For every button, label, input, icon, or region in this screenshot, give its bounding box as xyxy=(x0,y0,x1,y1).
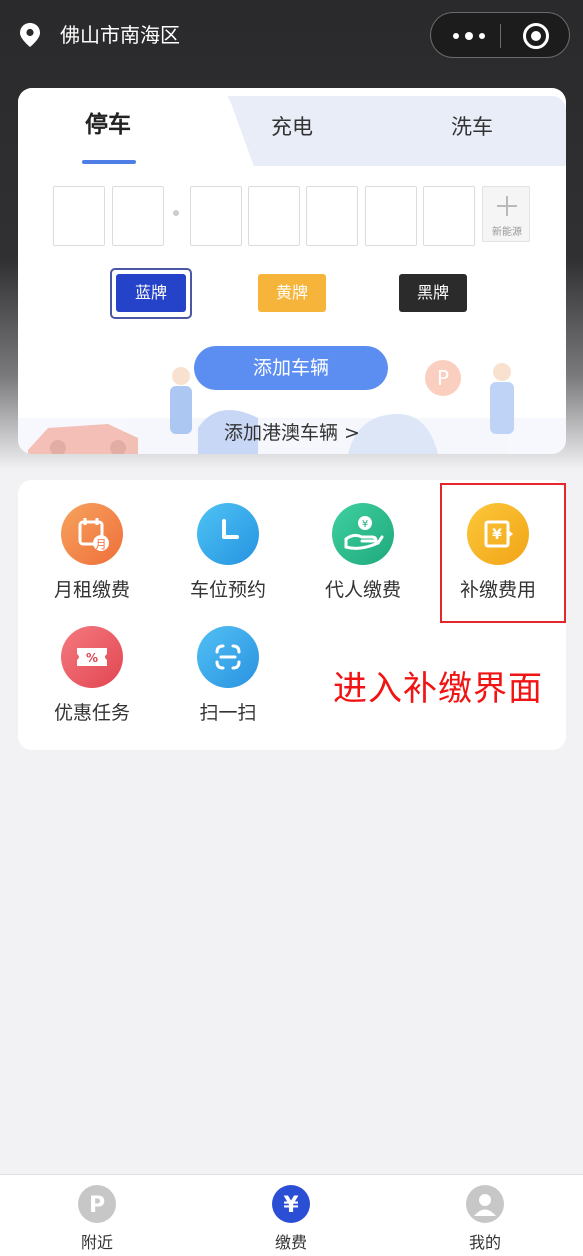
plate-char-5[interactable] xyxy=(306,186,358,246)
active-tab-indicator xyxy=(82,160,136,164)
bottom-nav: P 附近 ¥ 缴费 我的 xyxy=(0,1174,583,1256)
svg-text:P: P xyxy=(437,366,449,390)
parking-icon: P xyxy=(78,1185,116,1223)
svg-text:%: % xyxy=(86,651,98,665)
service-label: 代人缴费 xyxy=(324,579,401,601)
calendar-month-icon: 月 xyxy=(61,503,123,565)
service-monthly-rent[interactable]: 月 月租缴费 xyxy=(22,503,162,603)
service-pay-for-others[interactable]: ¥ 代人缴费 xyxy=(293,503,433,603)
tab-charging[interactable]: 充电 xyxy=(242,112,342,142)
current-city[interactable]: 佛山市南海区 xyxy=(60,20,180,50)
new-energy-label: 新能源 xyxy=(492,227,522,238)
nav-label: 附近 xyxy=(80,1233,113,1252)
scan-icon xyxy=(197,626,259,688)
nav-nearby[interactable]: P 附近 xyxy=(47,1185,147,1253)
service-discount-tasks[interactable]: % 优惠任务 xyxy=(22,626,162,726)
plate-char-3[interactable] xyxy=(190,186,242,246)
svg-text:P: P xyxy=(89,1193,105,1218)
clock-icon xyxy=(197,503,259,565)
tab-car-wash[interactable]: 洗车 xyxy=(422,112,522,142)
mini-program-capsule xyxy=(430,12,570,58)
map-pin-icon[interactable] xyxy=(18,22,42,48)
plate-char-7[interactable] xyxy=(423,186,475,246)
annotation-text: 进入补缴界面 xyxy=(333,669,543,709)
plate-char-4[interactable] xyxy=(248,186,300,246)
plate-char-6[interactable] xyxy=(365,186,417,246)
service-label: 优惠任务 xyxy=(53,702,130,724)
plate-char-2[interactable] xyxy=(112,186,164,246)
yellow-plate-button[interactable]: 黄牌 xyxy=(258,274,326,312)
add-hk-macau-vehicle-link[interactable]: 添加港澳车辆 > xyxy=(18,418,566,445)
hand-coin-icon: ¥ xyxy=(332,503,394,565)
black-plate-button[interactable]: 黑牌 xyxy=(399,274,467,312)
tab-parking[interactable]: 停车 xyxy=(58,110,158,140)
plate-separator-dot xyxy=(173,210,179,216)
new-energy-plate-button[interactable]: 新能源 xyxy=(482,186,530,242)
yen-icon: ¥ xyxy=(272,1185,310,1223)
nav-label: 我的 xyxy=(468,1233,501,1252)
capsule-divider xyxy=(500,24,501,48)
service-label: 扫一扫 xyxy=(199,702,257,724)
svg-text:¥: ¥ xyxy=(362,519,368,530)
add-vehicle-button[interactable]: 添加车辆 xyxy=(194,346,388,390)
plate-char-1[interactable] xyxy=(53,186,105,246)
target-circle-icon[interactable] xyxy=(523,23,549,49)
nav-label: 缴费 xyxy=(274,1233,307,1252)
plate-input-card: 停车 充电 洗车 新能源 蓝牌 黄牌 黑牌 P 添加车辆 添加港澳车辆 > xyxy=(18,88,566,454)
more-dots-icon[interactable] xyxy=(445,13,495,59)
svg-text:月: 月 xyxy=(96,538,107,551)
service-spot-reservation[interactable]: 车位预约 xyxy=(158,503,298,603)
coupon-icon: % xyxy=(61,626,123,688)
service-label: 月租缴费 xyxy=(53,579,130,601)
svg-text:¥: ¥ xyxy=(283,1193,299,1218)
blue-plate-button[interactable]: 蓝牌 xyxy=(116,274,186,312)
nav-payment[interactable]: ¥ 缴费 xyxy=(241,1185,341,1253)
nav-mine[interactable]: 我的 xyxy=(435,1185,535,1253)
user-icon xyxy=(466,1185,504,1223)
service-label: 车位预约 xyxy=(189,579,266,601)
annotation-highlight-box xyxy=(440,483,566,623)
service-scan[interactable]: 扫一扫 xyxy=(158,626,298,726)
